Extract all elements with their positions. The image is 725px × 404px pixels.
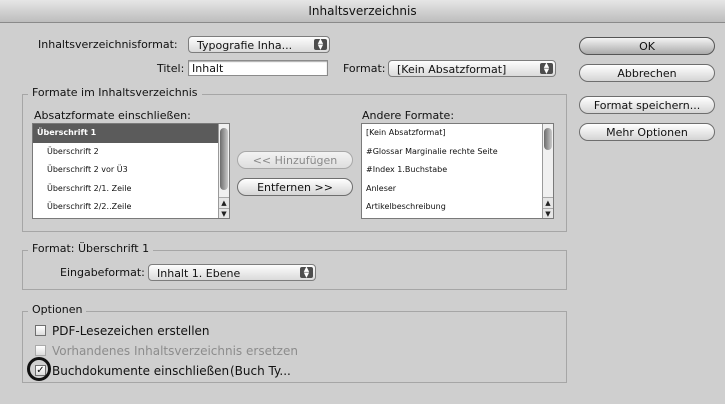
other-formats-label: Andere Formate: (362, 109, 455, 122)
title-format-popup[interactable]: [Kein Absatzformat] ▲ ▼ (388, 60, 556, 77)
list-item[interactable]: Überschrift 2/2..Zeile (33, 198, 229, 217)
replace-existing-label: Vorhandenes Inhaltsverzeichnis ersetzen (52, 344, 298, 358)
title-format-label: Format: (343, 62, 386, 75)
scroll-up-icon[interactable]: ▲ (543, 197, 553, 208)
list-item[interactable]: [Kein Absatzformat] (362, 124, 553, 143)
scroll-down-icon[interactable]: ▼ (543, 208, 553, 218)
include-list-scrollbar[interactable]: ▲ ▼ (218, 124, 229, 218)
add-button[interactable]: << Hinzufügen (237, 151, 353, 169)
pdf-bookmarks-checkbox[interactable] (35, 325, 46, 336)
save-format-button[interactable]: Format speichern... (579, 96, 715, 114)
options-group-legend: Optionen (28, 303, 87, 316)
list-item[interactable]: #Glossar Marginalie rechte Seite (362, 143, 553, 162)
toc-style-popup[interactable]: Typografie Inha... ▲ ▼ (188, 36, 330, 53)
list-item[interactable]: Überschrift 2 (33, 143, 229, 162)
other-formats-list[interactable]: [Kein Absatzformat] #Glossar Marginalie … (361, 123, 554, 219)
scroll-up-icon[interactable]: ▲ (219, 197, 229, 208)
include-book-label: Buchdokumente einschließen (52, 364, 230, 378)
style-group-legend: Format: Überschrift 1 (28, 242, 154, 255)
cancel-button[interactable]: Abbrechen (579, 64, 715, 82)
list-item[interactable]: Überschrift 2/1. Zeile (33, 180, 229, 199)
other-list-scrollbar[interactable]: ▲ ▼ (542, 124, 553, 218)
formats-group-legend: Formate im Inhaltsverzeichnis (28, 86, 202, 99)
ok-button[interactable]: OK (579, 37, 715, 55)
popup-arrows-icon: ▲ ▼ (540, 62, 553, 74)
more-options-button[interactable]: Mehr Optionen (579, 123, 715, 141)
list-item[interactable]: Anleser (362, 180, 553, 199)
replace-existing-checkbox[interactable] (35, 345, 46, 356)
toc-style-value: Typografie Inha... (197, 39, 293, 52)
remove-button[interactable]: Entfernen >> (237, 178, 353, 196)
scroll-thumb[interactable] (220, 128, 228, 190)
scroll-thumb[interactable] (544, 128, 552, 150)
title-label: Titel: (157, 62, 185, 75)
pdf-bookmarks-label: PDF-Lesezeichen erstellen (52, 324, 210, 338)
list-item[interactable]: #Index 1.Buchstabe (362, 161, 553, 180)
highlight-circle-annotation (27, 357, 51, 381)
entry-style-label: Eingabeformat: (60, 266, 145, 279)
include-formats-label: Absatzformate einschließen: (34, 109, 191, 122)
window-title: Inhaltsverzeichnis (0, 0, 725, 23)
list-item[interactable]: Artikelbeschreibung (362, 198, 553, 217)
popup-arrows-icon: ▲ ▼ (300, 266, 313, 278)
scroll-down-icon[interactable]: ▼ (219, 208, 229, 218)
popup-arrows-icon: ▲ ▼ (314, 38, 327, 50)
entry-style-popup[interactable]: Inhalt 1. Ebene ▲ ▼ (148, 264, 316, 281)
title-input[interactable]: Inhalt (188, 60, 328, 76)
entry-style-value: Inhalt 1. Ebene (157, 267, 241, 280)
include-formats-list[interactable]: Überschrift 1 Überschrift 2 Überschrift … (32, 123, 230, 219)
toc-style-label: Inhaltsverzeichnisformat: (38, 38, 178, 51)
title-format-value: [Kein Absatzformat] (397, 63, 507, 76)
list-item[interactable]: Überschrift 2 vor Ü3 (33, 161, 229, 180)
list-item[interactable]: Überschrift 1 (33, 124, 229, 143)
book-name-label: (Buch Ty... (230, 364, 291, 378)
